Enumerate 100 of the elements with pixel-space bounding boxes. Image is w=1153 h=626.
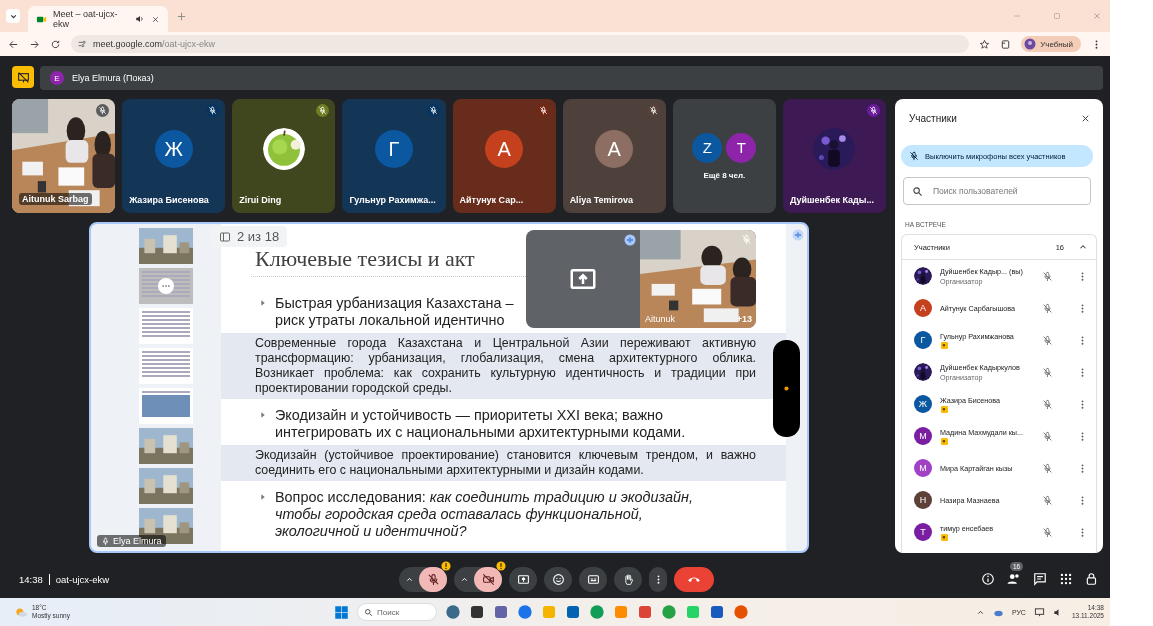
avatar: Z [692, 132, 723, 163]
participant-tile[interactable]: Дуйшенбек Кады... [782, 99, 886, 213]
participant-tile[interactable]: Z Т Ещё 8 чел. [672, 99, 776, 213]
avatar: Н [914, 491, 932, 509]
plus-icon[interactable] [176, 10, 187, 22]
mic-off-icon[interactable] [1042, 366, 1053, 378]
participant-tile[interactable]: Aitunuk Sarbag [12, 99, 116, 213]
mic-off-icon[interactable] [1042, 494, 1053, 506]
bullet-arrow-icon [259, 299, 267, 307]
slide-thumbnail[interactable] [139, 308, 193, 344]
mic-off-icon[interactable] [1042, 302, 1053, 314]
star-icon[interactable] [979, 38, 991, 50]
forward-icon[interactable] [29, 38, 40, 50]
sidebar-icon[interactable] [219, 230, 231, 243]
avatar: E [50, 71, 64, 85]
extensions-icon[interactable] [1000, 38, 1012, 50]
participant-name: Zirui Ding [239, 195, 282, 205]
presentation-off-icon [16, 70, 30, 84]
mic-off-icon[interactable] [1042, 398, 1053, 410]
info-icon[interactable] [981, 572, 995, 586]
avatar: Г [374, 130, 413, 168]
app-icon[interactable] [445, 604, 461, 620]
search-icon [912, 185, 923, 197]
mic-off-icon[interactable] [1042, 430, 1053, 442]
avatar: М [914, 427, 932, 445]
hand-button[interactable] [614, 566, 642, 592]
more-options-button[interactable] [649, 566, 667, 592]
chat-icon[interactable] [1033, 572, 1047, 586]
bullet-arrow-icon [259, 493, 267, 501]
participant-tile[interactable]: Г Гульнур Рахимжа... [342, 99, 446, 213]
slide-thumbnail[interactable] [139, 388, 193, 424]
close-icon[interactable] [151, 14, 160, 24]
mic-off-icon[interactable] [1042, 334, 1053, 346]
profile-button[interactable]: Учебный [1021, 36, 1081, 52]
mic-off-icon [648, 106, 658, 115]
emoji-icon [551, 572, 565, 586]
slide-bullet: Быстрая урбанизация Казахстана – риск утраты локальной идентично [275, 295, 514, 329]
apps-icon[interactable] [1059, 572, 1073, 586]
slide-thumbnail[interactable] [139, 268, 193, 304]
avatar: Г [914, 331, 932, 349]
camera-off-button[interactable] [474, 566, 502, 592]
mic-icon [101, 536, 110, 546]
avatar: Ж [914, 395, 932, 413]
avatar: Т [726, 132, 757, 163]
mic-off-icon[interactable] [1042, 270, 1053, 282]
mic-off-button[interactable] [419, 566, 447, 592]
start-icon[interactable] [334, 604, 349, 620]
mic-off-icon [426, 572, 440, 586]
resize-handle[interactable] [773, 340, 800, 437]
more-options-icon[interactable] [158, 278, 174, 294]
mic-off-icon [428, 106, 438, 115]
app-icon[interactable] [565, 604, 581, 620]
more-participants-label: Ещё 8 чел. [703, 170, 746, 180]
lock-icon[interactable] [1085, 572, 1099, 586]
site-settings-icon[interactable] [77, 39, 87, 49]
camera-off-icon [481, 572, 495, 586]
speaker-icon[interactable] [135, 14, 145, 24]
slide-note: Современные города Казахстана и Центральной Азии переживают активную трансформацию: урбанизация, глобализация, смена архитектурного облика. Возникает проблема: как сохранить культурную идентичность и традиции при проектировании городской среды. [221, 333, 786, 399]
mic-off-icon [98, 106, 108, 115]
presenter-name: Elya Elmura [113, 536, 162, 546]
reload-icon[interactable] [50, 38, 61, 50]
slide-thumbnail[interactable] [139, 348, 193, 384]
slide-thumbnail[interactable] [139, 228, 193, 264]
participant-tile[interactable]: А Айтунук Сар... [452, 99, 556, 213]
tab-search-button[interactable] [6, 9, 20, 23]
slide-bullet: Экодизайн и устойчивость — приоритеты XXI века; важно интегрировать их с национальными архитектурными кодами. [275, 407, 686, 441]
app-icon[interactable] [709, 604, 725, 620]
slide-thumbnail[interactable] [139, 468, 193, 504]
slide-thumbnail[interactable] [139, 428, 193, 464]
people-icon[interactable] [1007, 572, 1021, 586]
present-button[interactable] [509, 566, 537, 592]
app-icon[interactable] [469, 604, 485, 620]
panel-title: Участники [909, 112, 957, 124]
participant-name: Гульнур Рахимжа... [349, 195, 436, 205]
app-icon[interactable] [493, 604, 509, 620]
participant-tile[interactable]: Zirui Ding [232, 99, 336, 213]
stop-presenting-button[interactable] [12, 66, 34, 88]
participant-name: Айтунук Сар... [459, 195, 524, 205]
mic-off-icon[interactable] [1042, 462, 1053, 474]
participant-tile[interactable]: А Aliya Temirova [562, 99, 666, 213]
emoji-button[interactable] [544, 566, 572, 592]
avatar: А [595, 130, 634, 168]
captions-button[interactable] [579, 566, 607, 592]
taskbar-search-field[interactable]: Поиск [357, 603, 437, 621]
captions-icon [586, 572, 600, 586]
address-bar[interactable]: meet.google.com/oat-ujcx-ekw [71, 35, 970, 53]
network-icon[interactable] [1033, 606, 1045, 618]
back-icon[interactable] [8, 38, 19, 50]
mic-off-icon[interactable] [1042, 526, 1053, 538]
search-field[interactable]: Поиск пользователей [903, 177, 1091, 205]
leave-call-button[interactable] [674, 566, 714, 592]
participant-tile[interactable]: Ж Жазира Бисенова [122, 99, 226, 213]
tab-title: Meet – oat-ujcx-ekw [53, 9, 119, 29]
browser-tab[interactable]: Meet – oat-ujcx-ekw [28, 6, 168, 32]
slide-counter-text: 2 из 18 [237, 229, 280, 244]
mic-off-icon [741, 234, 752, 245]
mic-off-icon [208, 106, 218, 115]
participant-name: Дуйшенбек Кады... [789, 195, 874, 205]
avatar: А [485, 130, 524, 168]
participant-name: Aitunuk Sarbag [19, 193, 92, 205]
